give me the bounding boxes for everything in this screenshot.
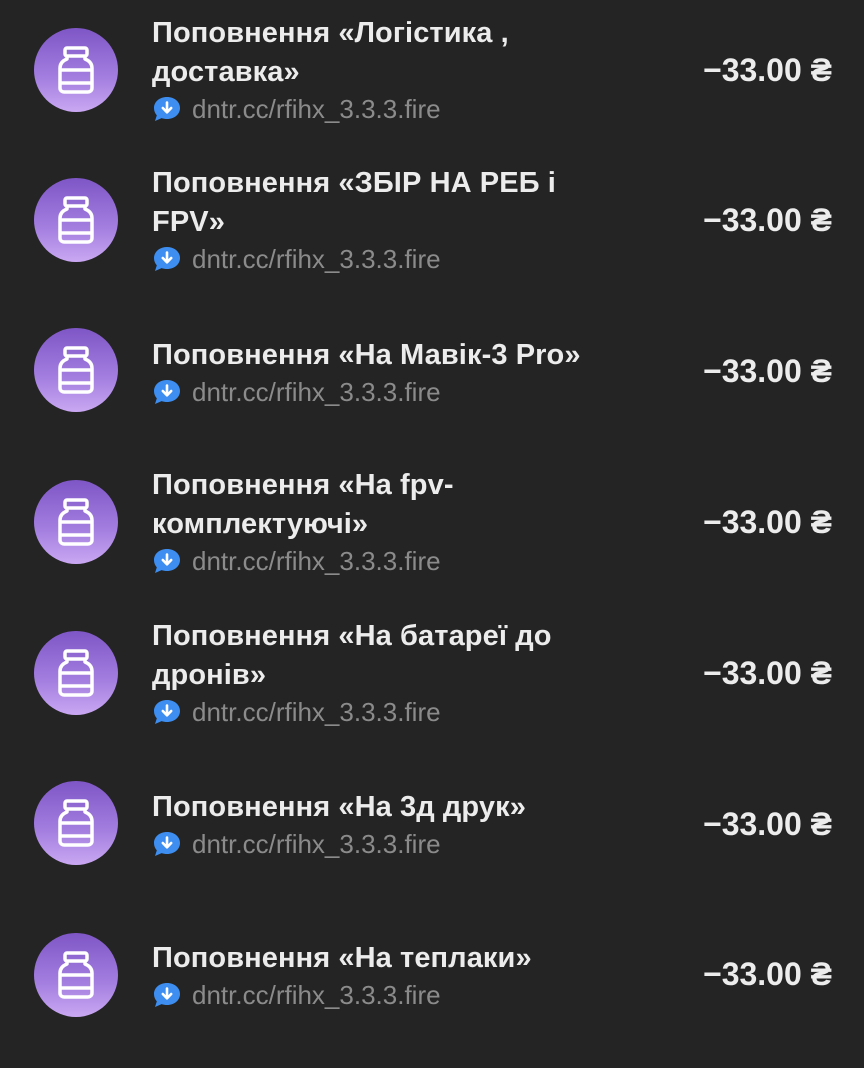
transaction-subtitle: dntr.cc/rfihx_3.3.3.fire — [152, 375, 652, 409]
transaction-amount: −33.00 ₴ — [703, 655, 832, 691]
transaction-subtitle: dntr.cc/rfihx_3.3.3.fire — [152, 827, 652, 861]
transaction-amount: −33.00 ₴ — [703, 202, 832, 238]
comment-arrow-icon — [154, 549, 180, 573]
transaction-link: dntr.cc/rfihx_3.3.3.fire — [192, 546, 441, 576]
transaction-subtitle: dntr.cc/rfihx_3.3.3.fire — [152, 92, 652, 126]
jar-icon — [34, 28, 118, 112]
transaction-row[interactable]: Поповнення «ЗБІР НА РЕБ і FPV» dntr.cc/r… — [0, 150, 864, 290]
transaction-link: dntr.cc/rfihx_3.3.3.fire — [192, 829, 441, 859]
transaction-list: Поповнення «Логістика , доставка» dntr.c… — [0, 0, 864, 1068]
comment-arrow-icon — [154, 983, 180, 1007]
jar-icon — [34, 328, 118, 412]
transaction-amount: −33.00 ₴ — [703, 806, 832, 842]
transaction-row[interactable]: Поповнення «На 3д друк» dntr.cc/rfihx_3.… — [0, 753, 864, 893]
jar-icon — [34, 933, 118, 1017]
transaction-amount: −33.00 ₴ — [703, 504, 832, 540]
transaction-row[interactable]: Поповнення «Логістика , доставка» dntr.c… — [0, 0, 864, 140]
comment-arrow-icon — [154, 97, 180, 121]
transaction-row[interactable]: Поповнення «На Мавік-3 Pro» dntr.cc/rfih… — [0, 300, 864, 440]
transaction-link: dntr.cc/rfihx_3.3.3.fire — [192, 377, 441, 407]
comment-arrow-icon — [154, 700, 180, 724]
transaction-link: dntr.cc/rfihx_3.3.3.fire — [192, 980, 441, 1010]
transaction-row[interactable]: Поповнення «На теплаки» dntr.cc/rfihx_3.… — [0, 905, 864, 1045]
jar-icon — [34, 781, 118, 865]
transaction-amount: −33.00 ₴ — [703, 353, 832, 389]
comment-arrow-icon — [154, 380, 180, 404]
transaction-link: dntr.cc/rfihx_3.3.3.fire — [192, 697, 441, 727]
transaction-title: Поповнення «На теплаки» — [152, 942, 532, 974]
transaction-title: Поповнення «На Мавік-3 Pro» — [152, 339, 581, 371]
transaction-subtitle: dntr.cc/rfihx_3.3.3.fire — [152, 695, 652, 729]
transaction-link: dntr.cc/rfihx_3.3.3.fire — [192, 94, 441, 124]
jar-icon — [34, 631, 118, 715]
transaction-amount: −33.00 ₴ — [703, 956, 832, 992]
comment-arrow-icon — [154, 247, 180, 271]
transaction-link: dntr.cc/rfihx_3.3.3.fire — [192, 244, 441, 274]
transaction-title: Поповнення «Логістика , доставка» — [152, 17, 509, 88]
transaction-row[interactable]: Поповнення «На fpv-комплектуючі» dntr.cc… — [0, 452, 864, 592]
transaction-subtitle: dntr.cc/rfihx_3.3.3.fire — [152, 978, 652, 1012]
jar-icon — [34, 480, 118, 564]
transaction-amount: −33.00 ₴ — [703, 52, 832, 88]
transaction-title: Поповнення «На fpv-комплектуючі» — [152, 469, 454, 540]
transaction-subtitle: dntr.cc/rfihx_3.3.3.fire — [152, 242, 652, 276]
transaction-title: Поповнення «На 3д друк» — [152, 791, 526, 823]
transaction-title: Поповнення «На батареї до дронів» — [152, 620, 552, 691]
transaction-subtitle: dntr.cc/rfihx_3.3.3.fire — [152, 544, 652, 578]
transaction-title: Поповнення «ЗБІР НА РЕБ і FPV» — [152, 167, 556, 238]
comment-arrow-icon — [154, 832, 180, 856]
jar-icon — [34, 178, 118, 262]
transaction-row[interactable]: Поповнення «На батареї до дронів» dntr.c… — [0, 603, 864, 743]
